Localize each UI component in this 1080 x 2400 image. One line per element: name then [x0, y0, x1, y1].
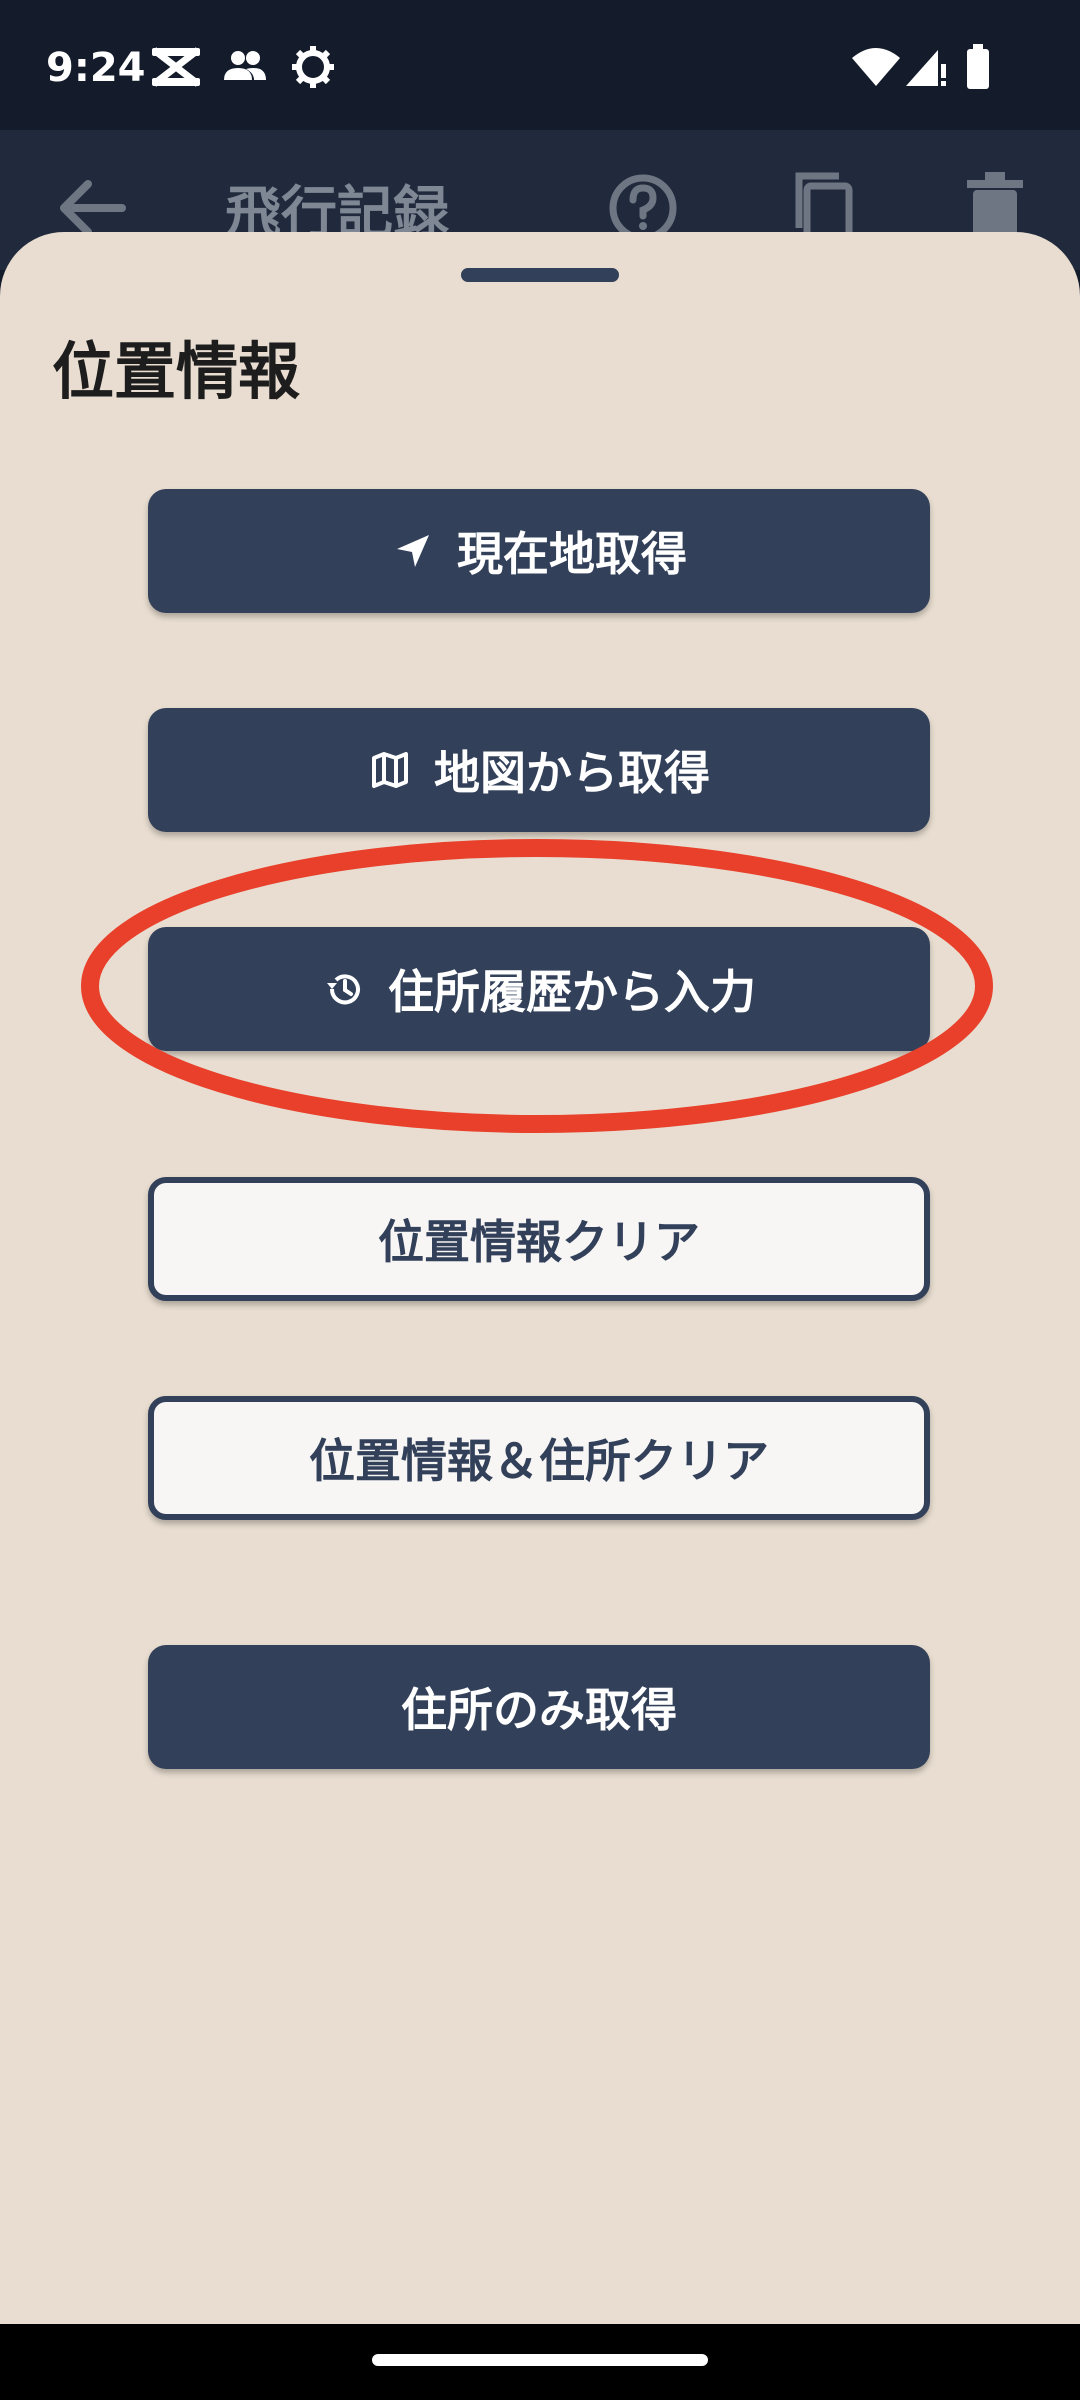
history-icon: [322, 967, 366, 1011]
battery-icon: [967, 44, 989, 89]
clear-location-and-address-label: 位置情報＆住所クリア: [309, 1434, 769, 1488]
status-bar: 9:24: [0, 0, 1080, 130]
clear-location-label: 位置情報クリア: [378, 1215, 700, 1269]
get-address-only-button[interactable]: 住所のみ取得: [148, 1645, 930, 1769]
cellular-signal-icon: [906, 50, 946, 86]
sheet-title: 位置情報: [52, 335, 301, 408]
navigation-arrow-icon: [391, 529, 435, 573]
people-icon: [224, 51, 266, 80]
navigation-bar: [0, 2324, 1080, 2400]
input-from-address-history-label: 住所履歴から入力: [388, 965, 756, 1019]
drag-handle[interactable]: [461, 268, 619, 282]
status-time: 9:24: [46, 45, 146, 91]
settings-gear-icon: [292, 46, 334, 88]
get-from-map-button[interactable]: 地図から取得: [148, 708, 930, 832]
location-bottom-sheet: 位置情報 現在地取得 地図から取得 住所履歴から入力 位置情報クリア 位置情報＆…: [0, 232, 1080, 2324]
map-icon: [368, 748, 412, 792]
clear-location-button[interactable]: 位置情報クリア: [148, 1177, 930, 1301]
input-from-address-history-button[interactable]: 住所履歴から入力: [148, 927, 930, 1051]
home-indicator[interactable]: [372, 2354, 708, 2366]
get-address-only-label: 住所のみ取得: [401, 1683, 677, 1737]
capcut-icon: [151, 47, 201, 87]
wifi-icon: [852, 48, 900, 86]
get-current-location-button[interactable]: 現在地取得: [148, 489, 930, 613]
get-from-map-label: 地図から取得: [434, 746, 710, 800]
clear-location-and-address-button[interactable]: 位置情報＆住所クリア: [148, 1396, 930, 1520]
get-current-location-label: 現在地取得: [457, 527, 687, 581]
